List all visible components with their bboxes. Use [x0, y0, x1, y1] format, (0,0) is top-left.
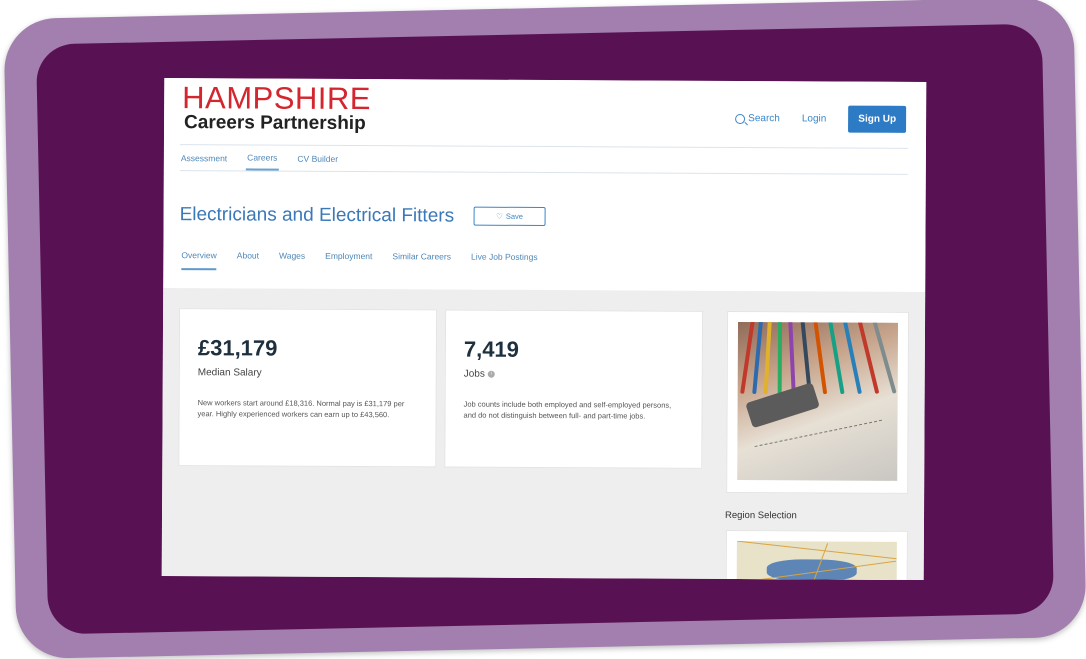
subnav: Assessment Careers CV Builder	[179, 144, 908, 175]
tab-employment[interactable]: Employment	[325, 251, 372, 271]
header-actions: Search Login Sign Up	[735, 105, 907, 133]
career-image-card	[726, 310, 910, 494]
tab-live-job-postings[interactable]: Live Job Postings	[471, 252, 538, 272]
subnav-assessment[interactable]: Assessment	[180, 145, 228, 170]
region-map[interactable]	[736, 541, 897, 580]
search-icon	[735, 113, 746, 124]
save-label: Save	[505, 211, 524, 221]
subnav-careers[interactable]: Careers	[246, 145, 279, 171]
tab-wages[interactable]: Wages	[279, 251, 305, 271]
jobs-description: Job counts include both employed and sel…	[463, 399, 672, 421]
region-map-card[interactable]	[725, 529, 908, 580]
salary-description: New workers start around £18,316. Normal…	[197, 398, 405, 420]
content-area: £31,179 Median Salary New workers start …	[161, 288, 926, 580]
search-link[interactable]: Search	[735, 113, 780, 124]
tab-overview[interactable]: Overview	[181, 250, 217, 271]
jobs-card: 7,419 Jobs i Job counts include both emp…	[444, 309, 704, 469]
login-link[interactable]: Login	[802, 113, 827, 124]
jobs-label: Jobs	[463, 368, 485, 380]
salary-value: £31,179	[197, 335, 278, 361]
info-icon[interactable]: i	[487, 370, 495, 378]
browser-screen: HAMPSHIRE Careers Partnership Search Log…	[161, 78, 927, 580]
save-button[interactable]: ♡ Save	[473, 206, 546, 227]
subnav-cv-builder[interactable]: CV Builder	[296, 146, 339, 171]
tab-similar-careers[interactable]: Similar Careers	[392, 251, 451, 271]
jobs-value: 7,419	[463, 336, 520, 362]
salary-card: £31,179 Median Salary New workers start …	[178, 308, 438, 468]
page-header-area: HAMPSHIRE Careers Partnership Search Log…	[163, 78, 927, 292]
tab-about[interactable]: About	[237, 250, 259, 270]
search-label: Search	[748, 113, 780, 125]
salary-label: Median Salary	[197, 367, 262, 379]
jobs-label-wrap: Jobs i	[464, 369, 495, 380]
heart-icon: ♡	[496, 211, 503, 221]
signup-button[interactable]: Sign Up	[848, 105, 907, 133]
region-selection-label: Region Selection	[724, 509, 797, 522]
electrical-wires-image	[737, 322, 899, 481]
logo-careers-partnership[interactable]: Careers Partnership	[184, 112, 366, 135]
career-tabs: Overview About Wages Employment Similar …	[181, 250, 538, 272]
page-title: Electricians and Electrical Fitters	[179, 204, 455, 227]
